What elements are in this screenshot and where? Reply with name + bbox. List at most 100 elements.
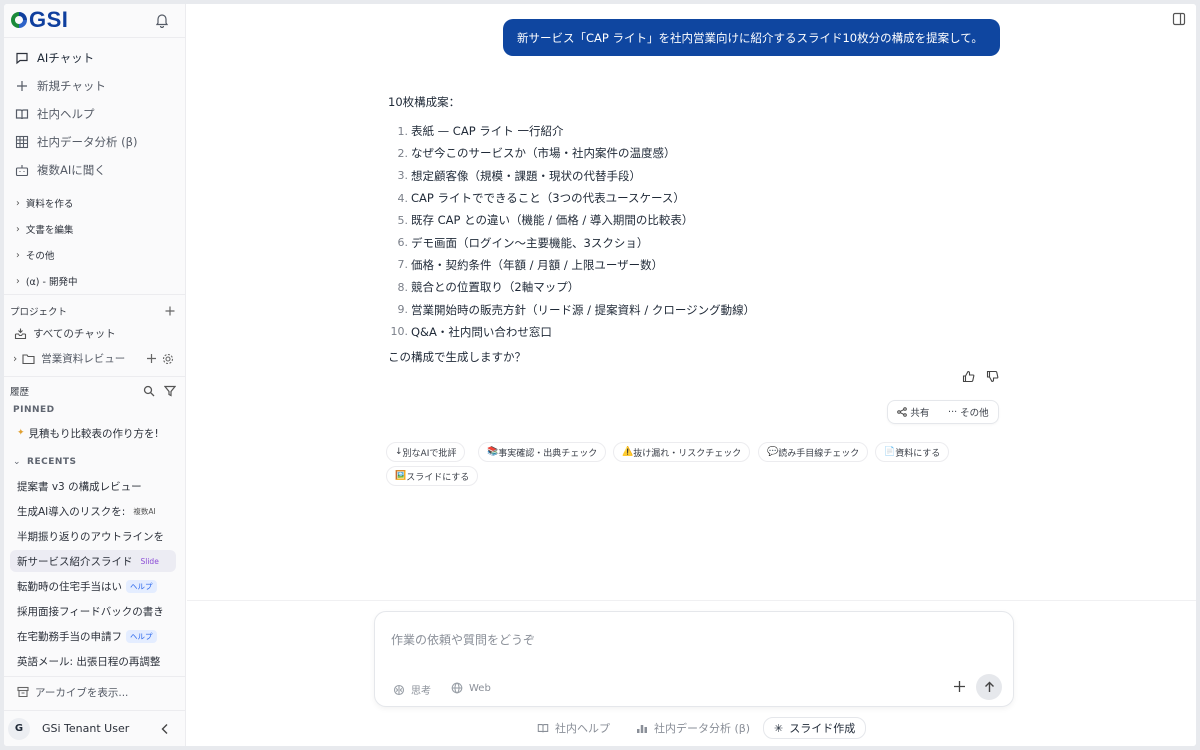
- archive-icon: [17, 686, 29, 698]
- list-number: 10.: [390, 325, 409, 339]
- nav-internal-help[interactable]: 社内ヘルプ: [4, 100, 186, 128]
- group-alpha[interactable]: › (α) - 開発中: [4, 268, 186, 294]
- collapse-sidebar-icon[interactable]: [160, 723, 170, 735]
- quick-internal-help[interactable]: 社内ヘルプ: [537, 717, 610, 739]
- chat-bubble-icon: [16, 52, 28, 65]
- composer-input[interactable]: 作業の依頼や質問をどうぞ: [391, 631, 535, 648]
- all-chats-link[interactable]: すべてのチャット: [14, 326, 116, 341]
- chat-history-item[interactable]: 採用面接フィードバックの書き: [10, 600, 176, 622]
- chat-tag: Slide: [140, 556, 159, 566]
- nav-multi-ai[interactable]: 複数AIに聞く: [4, 156, 186, 184]
- sparkle-icon: ✳: [774, 721, 784, 735]
- chat-history-item-active[interactable]: 新サービス紹介スライド Slide: [10, 550, 176, 572]
- history-header: 履歴: [10, 384, 176, 398]
- chat-history-item[interactable]: 在宅勤務手当の申請フ ヘルプ: [10, 625, 176, 647]
- plus-icon: [17, 81, 27, 91]
- list-number: 1.: [397, 124, 409, 138]
- book-icon: [15, 109, 29, 120]
- group-label: (α) - 開発中: [25, 277, 78, 288]
- nav-new-chat[interactable]: 新規チャット: [4, 72, 186, 100]
- chip-fact-check[interactable]: 📚 事実確認・出典チェック: [478, 442, 607, 462]
- thumbs-up-icon[interactable]: [962, 370, 975, 383]
- group-make-docs[interactable]: › 資料を作る: [4, 190, 186, 216]
- quick-slide-creation[interactable]: ✳ スライド作成: [763, 717, 867, 739]
- think-label: 思考: [411, 686, 431, 697]
- chat-main: 新サービス「CAP ライト」を社内営業向けに紹介するスライド10枚分の構成を提案…: [187, 4, 1196, 746]
- recents-header[interactable]: ⌄ RECENTS: [13, 457, 77, 467]
- more-label: その他: [960, 408, 989, 419]
- chat-history-item[interactable]: 転勤時の住宅手当はい ヘルプ: [10, 575, 176, 597]
- chip-label: 読み手目線チェック: [778, 448, 860, 459]
- filter-icon[interactable]: [164, 385, 176, 397]
- project-folder[interactable]: › 営業資料レビュー: [13, 351, 125, 366]
- add-project-icon[interactable]: [164, 305, 176, 317]
- add-to-project-icon[interactable]: [146, 353, 157, 364]
- quick-label: 社内ヘルプ: [555, 722, 610, 735]
- list-text: 表紙 — CAP ライト 一行紹介: [411, 124, 564, 139]
- share-button[interactable]: 共有: [897, 405, 929, 419]
- chevron-right-icon: ›: [16, 249, 20, 261]
- list-number: 2.: [397, 146, 409, 160]
- chevron-down-icon: ⌄: [13, 457, 22, 467]
- message-actions: 共有 ··· その他: [887, 400, 999, 424]
- chart-icon: [637, 725, 647, 733]
- quick-data-analysis[interactable]: 社内データ分析 (β): [636, 717, 750, 739]
- chat-history-item[interactable]: 英語メール: 出張日程の再調整: [10, 650, 176, 672]
- chip-critique-other-ai[interactable]: ↓ 別なAIで批評: [386, 442, 466, 462]
- chat-history-item[interactable]: 生成AI導入のリスクを: 複数AI: [10, 500, 176, 522]
- sidebar-nav: AIチャット 新規チャット 社内ヘルプ 社内データ分析 (β) 複数AIに聞く: [4, 44, 186, 184]
- archive-link[interactable]: アーカイブを表示...: [10, 681, 176, 703]
- list-number: 5.: [397, 213, 409, 227]
- projects-title: プロジェクト: [10, 307, 68, 318]
- table-grid-icon: [15, 135, 29, 149]
- divider: [4, 376, 186, 377]
- chip-icon: 📚: [487, 447, 499, 457]
- thumbs-down-icon[interactable]: [986, 370, 999, 383]
- more-button[interactable]: ··· その他: [948, 405, 989, 420]
- list-text: 競合との位置取り（2軸マップ）: [411, 280, 580, 295]
- chip-label: 事実確認・出典チェック: [498, 448, 598, 459]
- message-composer[interactable]: 作業の依頼や質問をどうぞ 思考 Web: [374, 611, 1014, 707]
- assistant-message: 10枚構成案： 1. 表紙 — CAP ライト 一行紹介 2. なぜ今このサービスか…: [388, 94, 988, 365]
- list-number: 6.: [397, 236, 409, 250]
- gear-icon[interactable]: [162, 353, 174, 365]
- list-text: デモ画面（ログイン〜主要機能、3スクショ）: [411, 235, 649, 250]
- pinned-chat-item[interactable]: ✦ 見積もり比較表の作り方を!: [10, 422, 176, 444]
- attach-plus-icon[interactable]: [953, 680, 966, 693]
- answer-outro: この構成で生成しますか？: [388, 349, 526, 364]
- more-dots-icon: ···: [948, 406, 958, 418]
- think-toggle[interactable]: 思考: [393, 682, 431, 697]
- nav-data-analysis[interactable]: 社内データ分析 (β): [4, 128, 186, 156]
- side-panel-toggle-icon[interactable]: [1172, 12, 1186, 26]
- group-edit-docs[interactable]: › 文書を編集: [4, 216, 186, 242]
- pinned-label: PINNED: [13, 405, 55, 415]
- list-text: CAP ライトでできること（3つの代表ユースケース）: [411, 191, 685, 206]
- chip-risk-check[interactable]: ⚠️ 抜け漏れ・リスクチェック: [613, 442, 751, 462]
- app-logo[interactable]: GSI: [10, 7, 68, 32]
- chip-icon: 💬: [767, 447, 779, 457]
- all-chats-label: すべてのチャット: [33, 328, 116, 340]
- nav-ai-chat[interactable]: AIチャット: [4, 44, 186, 72]
- bell-icon[interactable]: [154, 12, 170, 28]
- web-toggle[interactable]: Web: [451, 682, 491, 694]
- chip-reader-check[interactable]: 💬 読み手目線チェック: [758, 442, 869, 462]
- divider: [4, 294, 186, 295]
- list-number: 3.: [397, 169, 409, 183]
- list-item: 5. 既存 CAP との違い（機能 / 価格 / 導入期間の比較表）: [388, 209, 988, 231]
- group-other[interactable]: › その他: [4, 242, 186, 268]
- search-icon[interactable]: [143, 385, 155, 397]
- brain-icon: [393, 684, 405, 695]
- chat-history-item[interactable]: 提案書 v3 の構成レビュー: [10, 475, 176, 497]
- list-item: 6. デモ画面（ログイン〜主要機能、3スクショ）: [388, 231, 988, 253]
- chip-icon: ⚠️: [622, 447, 634, 457]
- globe-icon: [451, 682, 463, 694]
- send-button[interactable]: [976, 674, 1002, 700]
- user-profile[interactable]: G GSi Tenant User: [4, 710, 186, 746]
- list-item: 4. CAP ライトでできること（3つの代表ユースケース）: [388, 187, 988, 209]
- chat-title: 生成AI導入のリスクを:: [17, 505, 126, 518]
- web-label: Web: [469, 682, 491, 694]
- chip-make-document[interactable]: 📄 資料にする: [875, 442, 950, 462]
- chat-history-item[interactable]: 半期振り返りのアウトラインを: [10, 525, 176, 547]
- chevron-right-icon: ›: [16, 197, 20, 209]
- chip-make-slides[interactable]: 🖼️ スライドにする: [386, 466, 479, 486]
